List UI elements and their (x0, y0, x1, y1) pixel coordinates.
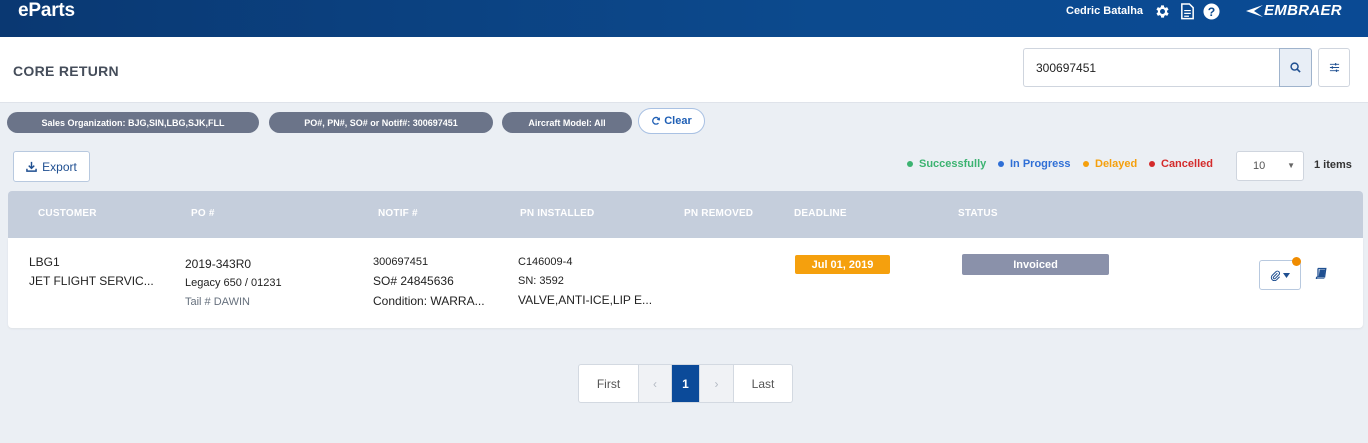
search-input[interactable] (1023, 48, 1280, 87)
download-icon (26, 161, 37, 172)
logo-text: EMBRAER (1264, 2, 1342, 19)
gear-icon[interactable] (1154, 3, 1170, 19)
page-header: CORE RETURN (0, 37, 1368, 103)
column-header-pn-installed[interactable]: PN INSTALLED (520, 208, 594, 219)
customer-code: LBG1 (29, 255, 60, 269)
status-badge: Invoiced (962, 254, 1109, 275)
page-size-value: 10 (1253, 160, 1266, 172)
page-1-button[interactable]: 1 (672, 365, 700, 402)
status-dot-icon (1083, 161, 1089, 167)
notif-number: 300697451 (373, 256, 429, 268)
embraer-logo-mark-icon (1246, 4, 1263, 17)
page-title: CORE RETURN (13, 63, 119, 79)
notification-dot (1292, 257, 1301, 266)
column-header-status[interactable]: STATUS (958, 208, 998, 219)
sliders-icon (1329, 63, 1339, 72)
filter-chip-search-term[interactable]: PO#, PN#, SO# or Notif#: 300697451 (269, 112, 493, 133)
status-dot-icon (1149, 161, 1155, 167)
top-navbar: eParts Cedric Batalha ? EMBRAER (0, 0, 1368, 37)
legend-label: In Progress (1010, 158, 1071, 170)
clear-label: Clear (664, 115, 692, 127)
advanced-filter-button[interactable] (1318, 48, 1350, 87)
previous-page-button[interactable]: ‹ (639, 365, 672, 402)
aircraft-serial: Legacy 650 / 01231 (185, 277, 282, 289)
column-header-po[interactable]: PO # (191, 208, 215, 219)
last-page-button[interactable]: Last (734, 365, 792, 402)
deadline-badge: Jul 01, 2019 (795, 255, 890, 274)
column-header-notif[interactable]: NOTIF # (378, 208, 418, 219)
part-description: VALVE,ANTI-ICE,LIP E... (518, 293, 653, 307)
table-row[interactable]: LBG1 JET FLIGHT SERVIC... 2019-343R0 Leg… (8, 238, 1363, 328)
table-header: CUSTOMER PO # NOTIF # PN INSTALLED PN RE… (8, 191, 1363, 238)
column-header-customer[interactable]: CUSTOMER (38, 208, 97, 219)
item-count: 1 items (1314, 159, 1352, 171)
caret-down-icon (1283, 272, 1290, 278)
legend-in-progress: In Progress (998, 158, 1071, 170)
refresh-icon (652, 116, 661, 125)
app-brand[interactable]: eParts (18, 0, 75, 22)
paperclip-icon (1270, 270, 1280, 281)
so-number: SO# 24845636 (373, 274, 454, 288)
next-page-button[interactable]: › (700, 365, 734, 402)
column-header-deadline[interactable]: DEADLINE (794, 208, 847, 219)
legend-label: Delayed (1095, 158, 1138, 170)
pagination: First ‹ 1 › Last (578, 364, 793, 403)
first-page-button[interactable]: First (579, 365, 639, 402)
legend-label: Cancelled (1161, 158, 1213, 170)
pn-installed: C146009-4 (518, 256, 573, 268)
column-header-pn-removed[interactable]: PN REMOVED (684, 208, 753, 219)
user-name[interactable]: Cedric Batalha (1066, 5, 1143, 17)
export-label: Export (42, 159, 77, 174)
page-size-select[interactable]: 10 ▼ (1236, 151, 1304, 181)
clear-filters-button[interactable]: Clear (638, 108, 705, 134)
condition: Condition: WARRA... (373, 294, 485, 308)
legend-label: Successfully (919, 158, 987, 170)
search-icon (1290, 62, 1301, 73)
status-dot-icon (998, 161, 1004, 167)
legend-successfully: Successfully (907, 158, 986, 170)
filter-chip-aircraft-model[interactable]: Aircraft Model: All (502, 112, 632, 133)
customer-name: JET FLIGHT SERVIC... (29, 274, 154, 288)
legend-cancelled: Cancelled (1149, 158, 1213, 170)
tail-number: Tail # DAWIN (185, 296, 250, 308)
serial-number: SN: 3592 (518, 275, 564, 287)
caret-down-icon: ▼ (1287, 161, 1295, 170)
status-dot-icon (907, 161, 913, 167)
search-button[interactable] (1279, 48, 1312, 87)
document-icon[interactable] (1180, 3, 1196, 20)
legend-delayed: Delayed (1083, 158, 1137, 170)
po-number: 2019-343R0 (185, 257, 252, 271)
filter-chip-sales-org[interactable]: Sales Organization: BJG,SIN,LBG,SJK,FLL (7, 112, 259, 133)
embraer-logo: EMBRAER (1242, 2, 1342, 19)
svg-text:?: ? (1208, 5, 1216, 19)
help-icon[interactable]: ? (1203, 3, 1220, 20)
book-icon[interactable] (1315, 266, 1327, 284)
export-button[interactable]: Export (13, 151, 90, 182)
